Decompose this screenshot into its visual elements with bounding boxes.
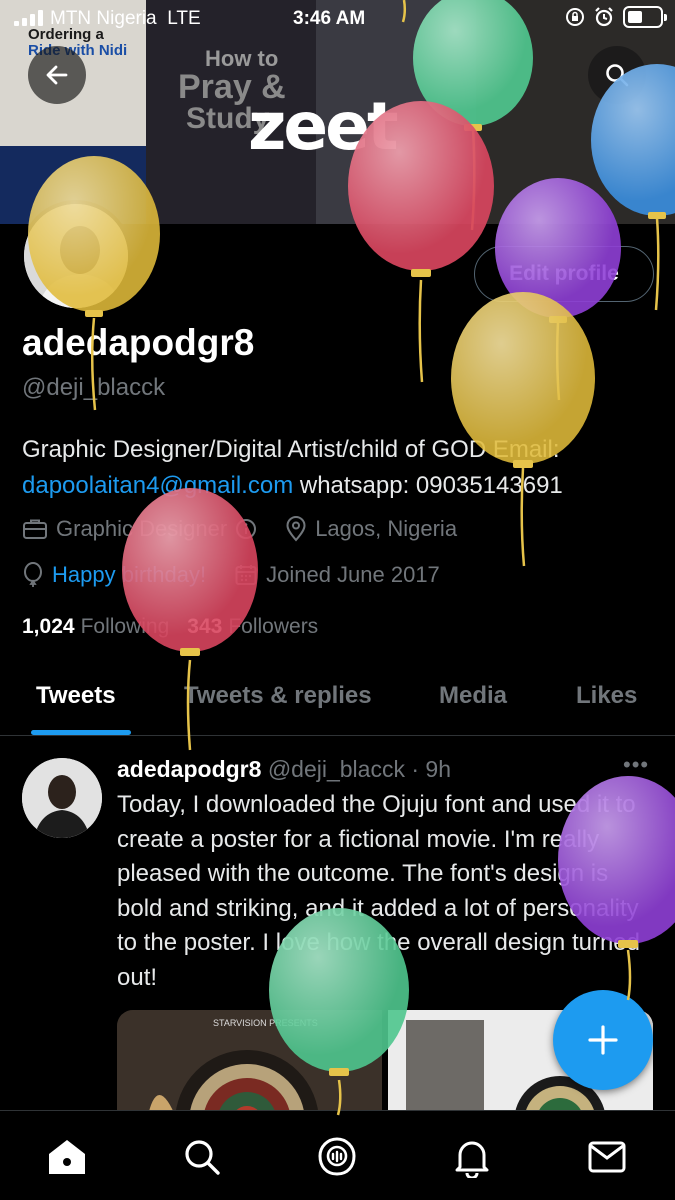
search-icon	[185, 1140, 220, 1175]
tweet-more-button[interactable]: •••	[623, 752, 649, 778]
profile-meta-row: Happy birthday! Joined June 2017	[22, 562, 440, 588]
following-link[interactable]: 1,024 Following	[22, 615, 169, 639]
location-pin-icon	[286, 516, 306, 542]
status-bar: MTN Nigeria LTE 3:46 AM	[0, 0, 675, 40]
spaces-icon	[318, 1137, 356, 1176]
category: Graphic Designer	[22, 516, 265, 542]
balloon-icon	[24, 562, 42, 587]
profile-tabs: Tweets Tweets & replies Media Likes	[0, 660, 675, 736]
alarm-icon	[595, 7, 613, 27]
tweet-text: Today, I downloaded the Ojuju font and u…	[117, 791, 640, 991]
joined-date: Joined June 2017	[234, 562, 440, 588]
battery-icon	[623, 6, 667, 28]
notifications-icon	[455, 1141, 489, 1178]
bio-whatsapp: whatsapp: 09035143691	[299, 472, 563, 499]
tab-tweets-replies[interactable]: Tweets & replies	[184, 682, 372, 710]
display-name: adedapodgr8	[22, 322, 255, 363]
briefcase-icon	[23, 519, 47, 539]
follow-stats: 1,024 Following 343 Followers	[22, 615, 318, 639]
bio: Graphic Designer/Digital Artist/child of…	[22, 432, 662, 504]
birthday: Happy birthday!	[22, 562, 206, 588]
birthday-label[interactable]: Happy birthday!	[52, 562, 206, 588]
info-icon[interactable]	[235, 518, 257, 540]
nav-search[interactable]	[180, 1135, 224, 1179]
calendar-icon	[235, 565, 257, 585]
location-label: Lagos, Nigeria	[315, 516, 458, 541]
tab-likes[interactable]: Likes	[576, 682, 637, 710]
tab-tweets[interactable]: Tweets	[36, 682, 116, 710]
signal-icon	[14, 10, 43, 26]
compose-tweet-button[interactable]	[553, 990, 653, 1090]
back-button[interactable]	[28, 46, 86, 104]
plus-icon	[588, 1025, 618, 1055]
clock: 3:46 AM	[293, 8, 366, 29]
arrow-left-icon	[46, 65, 68, 85]
bottom-navigation	[0, 1110, 675, 1200]
messages-icon	[588, 1141, 626, 1173]
balloon-yellow	[451, 292, 595, 567]
tweet-author-name[interactable]: adedapodgr8	[117, 756, 261, 782]
joined-label: Joined June 2017	[266, 562, 440, 587]
tweet-time: 9h	[425, 756, 451, 782]
category-label: Graphic Designer	[56, 516, 228, 541]
search-button[interactable]	[588, 46, 646, 104]
active-tab-indicator	[31, 730, 131, 735]
nav-messages[interactable]	[585, 1135, 629, 1179]
profile-avatar[interactable]	[20, 200, 132, 312]
nav-spaces[interactable]	[315, 1135, 359, 1179]
tweet-avatar[interactable]	[22, 758, 102, 838]
search-icon	[606, 64, 629, 87]
tweet-separator: ·	[411, 756, 420, 782]
tweet-author-handle: @deji_blacck	[267, 756, 405, 782]
avatar-photo	[24, 204, 128, 308]
rotation-lock-icon	[566, 8, 584, 26]
home-icon	[49, 1140, 85, 1174]
edit-profile-button[interactable]: Edit profile	[474, 246, 654, 302]
bio-text: Graphic Designer/Digital Artist/child of…	[22, 436, 560, 463]
tweet-media-image[interactable]: STARVISION PRESENTS	[117, 1010, 382, 1120]
user-handle: @deji_blacck	[22, 374, 166, 401]
nav-home[interactable]	[45, 1135, 89, 1179]
carrier-label: MTN Nigeria LTE	[50, 8, 201, 29]
nav-notifications[interactable]	[450, 1135, 494, 1179]
media-caption: STARVISION PRESENTS	[213, 1018, 318, 1028]
followers-link[interactable]: 343 Followers	[187, 615, 318, 639]
profile-meta-row: Graphic Designer Lagos, Nigeria	[22, 516, 457, 542]
tab-media[interactable]: Media	[439, 682, 507, 710]
location: Lagos, Nigeria	[285, 516, 457, 542]
banner-logo: zeet	[248, 88, 398, 165]
tweet-header: adedapodgr8 @deji_blacck · 9h	[117, 756, 451, 783]
bio-email-link[interactable]: dapoolaitan4@gmail.com	[22, 472, 293, 499]
avatar-photo	[22, 758, 102, 838]
